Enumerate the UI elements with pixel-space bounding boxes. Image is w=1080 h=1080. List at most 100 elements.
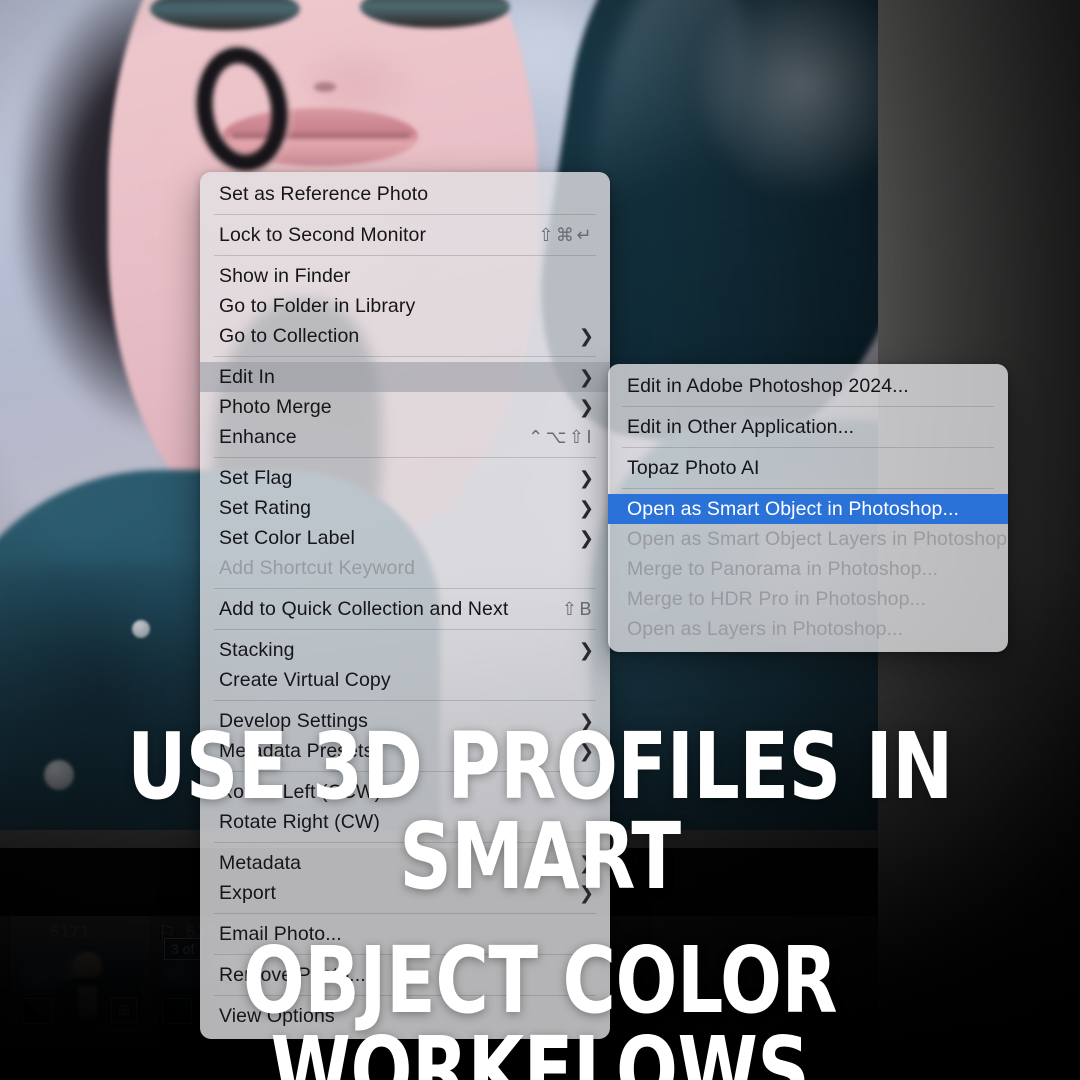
- context-menu-item[interactable]: Enhance ⌃⌥⇧I: [200, 422, 610, 452]
- submenu-item-label: Merge to HDR Pro in Photoshop...: [627, 588, 992, 611]
- menu-separator: [214, 457, 596, 458]
- submenu-item-list: Edit in Adobe Photoshop 2024... Edit in O…: [608, 371, 1008, 644]
- context-menu-item[interactable]: Develop Settings❯: [200, 706, 610, 736]
- photo-nose: [300, 40, 420, 116]
- context-menu-item[interactable]: Remove Photo...: [200, 960, 610, 990]
- chevron-right-icon: ❯: [579, 640, 594, 661]
- menu-separator: [214, 588, 596, 589]
- screenshot-root: 5171 ⊞ ⚐ 5172 3 of: [0, 0, 1080, 1080]
- context-menu-item-label: Add Shortcut Keyword: [219, 557, 594, 580]
- context-menu-item[interactable]: Rotate Left (CCW): [200, 777, 610, 807]
- context-menu-item: Add Shortcut Keyword: [200, 553, 610, 583]
- menu-top-padding: [200, 172, 610, 179]
- submenu-item[interactable]: Topaz Photo AI: [608, 453, 1008, 483]
- submenu-item-label: Topaz Photo AI: [627, 457, 992, 480]
- context-menu-item-label: Lock to Second Monitor: [219, 224, 526, 247]
- filmstrip-thumbnail[interactable]: ⊞: [18, 940, 142, 1028]
- thumbnail-corner-marker: [22, 998, 52, 1024]
- context-menu-item[interactable]: Set Color Label❯: [200, 523, 610, 553]
- menu-separator: [622, 406, 994, 407]
- context-menu-item[interactable]: Set Flag ❯: [200, 463, 610, 493]
- submenu-item-label: Open as Smart Object Layers in Photoshop…: [627, 528, 1008, 551]
- chevron-right-icon: ❯: [579, 326, 594, 347]
- submenu-item[interactable]: Edit in Adobe Photoshop 2024...: [608, 371, 1008, 401]
- chevron-right-icon: ❯: [579, 367, 594, 388]
- context-menu-item-label: Metadata: [219, 852, 567, 875]
- filmstrip-cell-label: 5171: [50, 922, 90, 942]
- thumbnail-subject-head: [73, 952, 103, 978]
- context-menu-item[interactable]: View Options: [200, 1001, 610, 1031]
- menu-separator: [214, 700, 596, 701]
- context-menu-item[interactable]: Export ❯: [200, 878, 610, 908]
- context-menu-item-label: Remove Photo...: [219, 964, 594, 987]
- submenu-item: Merge to Panorama in Photoshop...: [608, 554, 1008, 584]
- context-menu-item[interactable]: Show in Finder: [200, 261, 610, 291]
- edit-in-submenu[interactable]: Edit in Adobe Photoshop 2024... Edit in O…: [608, 364, 1008, 652]
- context-menu-item-label: Set Rating: [219, 497, 567, 520]
- context-menu-item-label: Stacking: [219, 639, 567, 662]
- submenu-item[interactable]: Open as Smart Object in Photoshop...: [608, 494, 1008, 524]
- thumbnail-edited-badge: ⊞: [111, 997, 137, 1023]
- menu-separator: [622, 447, 994, 448]
- context-menu-item[interactable]: Lock to Second Monitor ⇧⌘↵: [200, 220, 610, 250]
- context-menu-item-label: Enhance: [219, 426, 516, 449]
- submenu-item-label: Edit in Adobe Photoshop 2024...: [627, 375, 992, 398]
- photo-jacket-button-1: [44, 760, 74, 790]
- submenu-item: Merge to HDR Pro in Photoshop...: [608, 584, 1008, 614]
- context-menu-item[interactable]: Create Virtual Copy: [200, 665, 610, 695]
- context-menu-item[interactable]: Add to Quick Collection and Next ⇧B: [200, 594, 610, 624]
- menu-separator: [214, 629, 596, 630]
- context-menu-item[interactable]: Stacking ❯: [200, 635, 610, 665]
- menu-separator: [214, 842, 596, 843]
- chevron-right-icon: ❯: [579, 853, 594, 874]
- chevron-right-icon: ❯: [579, 468, 594, 489]
- menu-separator: [214, 214, 596, 215]
- context-menu-item-label: Set Flag: [219, 467, 567, 490]
- context-menu-item-label: Create Virtual Copy: [219, 669, 594, 692]
- context-menu-item[interactable]: Photo Merge❯: [200, 392, 610, 422]
- chevron-right-icon: ❯: [579, 528, 594, 549]
- filmstrip-bottom-bar: [0, 1046, 878, 1080]
- submenu-item: Open as Smart Object Layers in Photoshop…: [608, 524, 1008, 554]
- context-menu-item-shortcut: ⌃⌥⇧I: [528, 427, 594, 448]
- chevron-right-icon: ❯: [579, 741, 594, 762]
- menu-separator: [214, 255, 596, 256]
- menu-separator: [214, 995, 596, 996]
- context-menu-item[interactable]: Go to Folder in Library: [200, 291, 610, 321]
- context-menu-item-label: Go to Folder in Library: [219, 295, 594, 318]
- context-menu-item-label: Export: [219, 882, 567, 905]
- menu-separator: [214, 954, 596, 955]
- submenu-item: Open as Layers in Photoshop...: [608, 614, 1008, 644]
- context-menu-item[interactable]: Set as Reference Photo: [200, 179, 610, 209]
- filmstrip-cell-selected[interactable]: 5171 ⊞: [10, 916, 150, 1046]
- filmstrip-cell[interactable]: [0, 916, 8, 1046]
- context-menu-item[interactable]: Edit In ❯: [200, 362, 610, 392]
- context-menu-item-shortcut: ⇧⌘↵: [538, 225, 594, 246]
- chevron-right-icon: ❯: [579, 883, 594, 904]
- thumbnail-corner-marker: [162, 998, 192, 1024]
- chevron-right-icon: ❯: [579, 711, 594, 732]
- context-menu-item-label: Set as Reference Photo: [219, 183, 594, 206]
- context-menu-item[interactable]: Metadata ❯: [200, 848, 610, 878]
- context-menu-item-shortcut: ⇧B: [562, 599, 594, 620]
- context-menu-item[interactable]: Email Photo...: [200, 919, 610, 949]
- stack-count-badge[interactable]: 3 of: [164, 938, 201, 960]
- menu-separator: [214, 771, 596, 772]
- context-menu-item-label: Rotate Right (CW): [219, 811, 594, 834]
- context-menu-item-label: Rotate Left (CCW): [219, 781, 594, 804]
- context-menu-item-label: Edit In: [219, 366, 567, 389]
- submenu-bottom-padding: [608, 644, 1008, 652]
- context-menu-item-label: Add to Quick Collection and Next: [219, 598, 550, 621]
- context-menu-item-label: Photo Merge: [219, 396, 567, 419]
- context-menu-item-label: View Options: [219, 1005, 594, 1028]
- submenu-item[interactable]: Edit in Other Application...: [608, 412, 1008, 442]
- photo-context-menu[interactable]: Set as Reference Photo Lock to Second Mon…: [200, 172, 610, 1039]
- context-menu-item[interactable]: Set Rating❯: [200, 493, 610, 523]
- context-menu-item[interactable]: Rotate Right (CW): [200, 807, 610, 837]
- context-menu-item-label: Email Photo...: [219, 923, 594, 946]
- menu-separator: [214, 913, 596, 914]
- context-menu-item[interactable]: Metadata Presets❯: [200, 736, 610, 766]
- context-menu-item[interactable]: Go to Collection❯: [200, 321, 610, 351]
- submenu-item-label: Edit in Other Application...: [627, 416, 992, 439]
- context-menu-item-label: Show in Finder: [219, 265, 594, 288]
